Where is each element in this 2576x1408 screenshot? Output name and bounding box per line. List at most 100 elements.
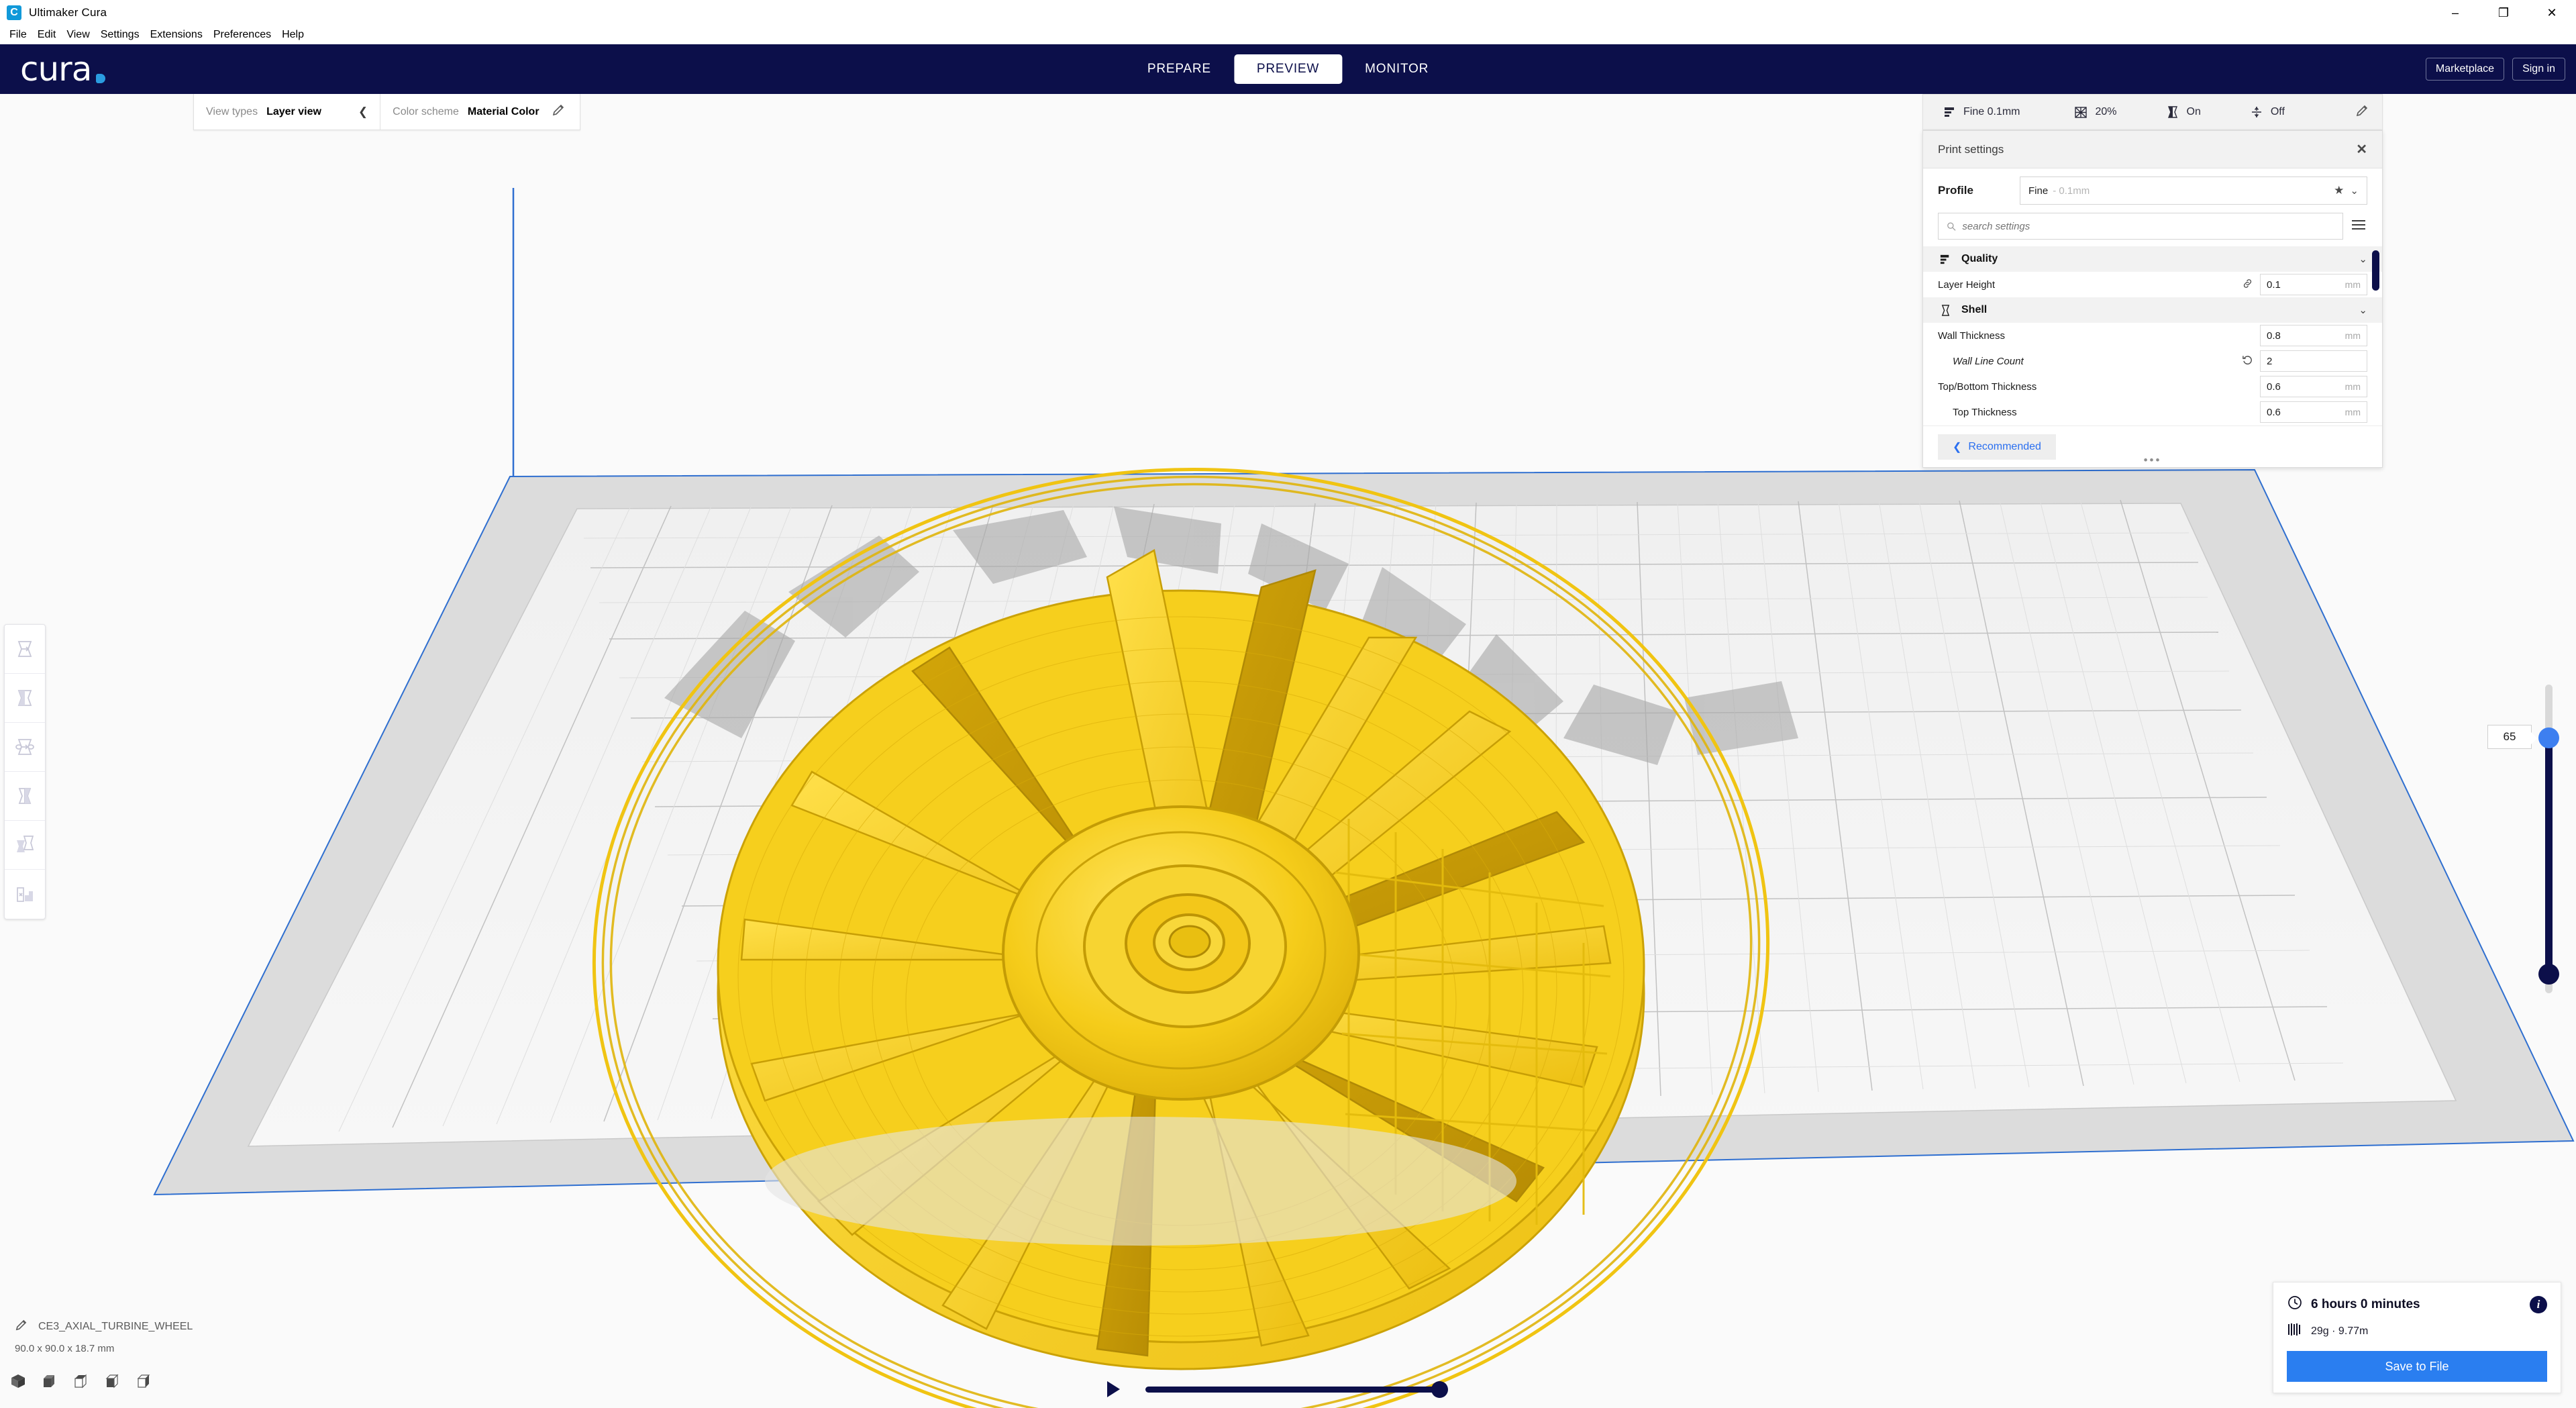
pencil-icon[interactable]: [2355, 104, 2369, 121]
tool-per-model-settings[interactable]: [5, 821, 45, 870]
profile-row: Profile Fine - 0.1mm ★ ⌄: [1923, 168, 2382, 213]
summary-quality[interactable]: Fine 0.1mm: [1942, 105, 2020, 119]
setting-label: Top/Bottom Thickness: [1938, 381, 2037, 393]
setting-value: 0.6: [2267, 381, 2281, 393]
left-toolbar: [4, 624, 46, 919]
view-left-icon[interactable]: [104, 1372, 121, 1393]
marketplace-button[interactable]: Marketplace: [2425, 58, 2505, 81]
setting-input[interactable]: 0.6 mm: [2260, 376, 2367, 397]
summary-infill-value: 20%: [2095, 106, 2117, 117]
tool-scale[interactable]: [5, 674, 45, 723]
chevron-down-icon[interactable]: ⌄: [2350, 185, 2359, 197]
close-icon[interactable]: ✕: [2528, 0, 2576, 26]
tool-rotate[interactable]: [5, 723, 45, 772]
pencil-icon[interactable]: [15, 1319, 28, 1335]
main-tabs: PREPARE PREVIEW MONITOR: [1125, 54, 1451, 84]
setting-label: Top Thickness: [1953, 406, 2017, 418]
maximize-icon[interactable]: ❐: [2479, 0, 2528, 26]
cura-logo-icon: C: [7, 5, 21, 20]
app-header: cura PREPARE PREVIEW MONITOR Marketplace…: [0, 44, 2576, 94]
chevron-left-icon: ❮: [1953, 441, 1962, 453]
panel-resize-grip[interactable]: •••: [2144, 454, 2162, 466]
window-title: Ultimaker Cura: [29, 6, 107, 19]
view-front-icon[interactable]: [41, 1372, 58, 1393]
playback-slider-track[interactable]: [1145, 1380, 1448, 1398]
setting-input[interactable]: 0.1 mm: [2260, 274, 2367, 295]
settings-list[interactable]: Quality ⌄ Layer Height 0.1 mm Shell ⌄ Wa…: [1923, 246, 2382, 425]
filament-icon: [2287, 1322, 2303, 1340]
layer-slider-upper-handle[interactable]: [2538, 727, 2559, 748]
header-actions: Marketplace Sign in: [2425, 58, 2565, 81]
color-scheme-segment[interactable]: Color scheme Material Color: [380, 94, 551, 130]
info-icon[interactable]: i: [2530, 1295, 2547, 1313]
adhesion-icon: [2251, 107, 2261, 117]
search-input[interactable]: [1962, 220, 2334, 232]
category-shell[interactable]: Shell ⌄: [1923, 297, 2382, 323]
settings-scrollbar[interactable]: [2372, 250, 2379, 291]
window-titlebar: C Ultimaker Cura – ❐ ✕: [0, 0, 2576, 26]
setting-input[interactable]: 0.6 mm: [2260, 401, 2367, 423]
tool-move[interactable]: [5, 625, 45, 674]
view-types-segment[interactable]: View types Layer view ❮: [194, 94, 380, 130]
playback-slider-handle[interactable]: [1431, 1380, 1448, 1398]
cura-dot-icon: [96, 74, 106, 83]
layer-slider-lower-handle[interactable]: [2538, 964, 2559, 985]
menu-help[interactable]: Help: [276, 26, 309, 44]
menu-settings[interactable]: Settings: [95, 26, 145, 44]
chevron-down-icon[interactable]: ⌄: [2359, 253, 2367, 265]
summary-infill[interactable]: 20%: [2073, 105, 2117, 119]
pencil-icon[interactable]: [552, 103, 580, 120]
save-to-file-button[interactable]: Save to File: [2287, 1351, 2547, 1382]
setting-wall-line-count[interactable]: Wall Line Count 2: [1923, 348, 2382, 374]
profile-name: Fine: [2028, 185, 2049, 197]
minimize-icon[interactable]: –: [2431, 0, 2479, 26]
close-icon[interactable]: ✕: [2356, 141, 2367, 158]
view-types-value: Layer view: [266, 105, 321, 117]
menu-file[interactable]: File: [4, 26, 32, 44]
sign-in-button[interactable]: Sign in: [2512, 58, 2565, 81]
summary-adhesion-value: Off: [2270, 106, 2285, 117]
chevron-down-icon[interactable]: ⌄: [2359, 304, 2367, 316]
profile-sub: - 0.1mm: [2053, 185, 2090, 197]
chevron-left-icon[interactable]: ❮: [358, 105, 368, 119]
tab-preview[interactable]: PREVIEW: [1233, 54, 1343, 84]
link-icon[interactable]: [2242, 279, 2253, 291]
category-quality-label: Quality: [1961, 253, 1998, 264]
settings-menu-icon[interactable]: [2351, 219, 2367, 234]
view-right-icon[interactable]: [136, 1372, 153, 1393]
play-icon[interactable]: [1107, 1381, 1120, 1397]
setting-wall-thickness[interactable]: Wall Thickness 0.8 mm: [1923, 323, 2382, 348]
menu-view[interactable]: View: [61, 26, 95, 44]
setting-input[interactable]: 2: [2260, 350, 2367, 372]
setting-value: 0.6: [2267, 406, 2281, 418]
camera-view-buttons: [9, 1372, 153, 1393]
print-settings-summary-bar[interactable]: Fine 0.1mm 20% On Off: [1922, 94, 2383, 130]
view-top-icon[interactable]: [72, 1372, 90, 1393]
model-info: CE3_AXIAL_TURBINE_WHEEL 90.0 x 90.0 x 18…: [15, 1319, 193, 1354]
tool-mirror[interactable]: [5, 772, 45, 821]
search-settings-box[interactable]: [1938, 213, 2343, 240]
menu-edit[interactable]: Edit: [32, 26, 62, 44]
tab-prepare[interactable]: PREPARE: [1125, 54, 1234, 84]
category-quality[interactable]: Quality ⌄: [1923, 246, 2382, 272]
layer-slider[interactable]: 65: [2487, 685, 2563, 993]
star-icon[interactable]: ★: [2334, 184, 2344, 197]
menu-preferences[interactable]: Preferences: [208, 26, 276, 44]
view-isometric-icon[interactable]: [9, 1372, 27, 1393]
summary-adhesion[interactable]: Off: [2249, 105, 2285, 119]
setting-top-bottom-thickness[interactable]: Top/Bottom Thickness 0.6 mm: [1923, 374, 2382, 399]
setting-top-thickness[interactable]: Top Thickness 0.6 mm: [1923, 399, 2382, 425]
summary-support[interactable]: On: [2165, 105, 2201, 119]
material-row: 29g · 9.77m: [2287, 1322, 2547, 1340]
material-value: 29g · 9.77m: [2311, 1325, 2369, 1337]
support-icon: [2167, 106, 2177, 118]
tool-support-blocker[interactable]: [5, 870, 45, 919]
setting-layer-height[interactable]: Layer Height 0.1 mm: [1923, 272, 2382, 297]
window-controls: – ❐ ✕: [2431, 0, 2576, 26]
profile-dropdown[interactable]: Fine - 0.1mm ★ ⌄: [2020, 177, 2367, 205]
revert-icon[interactable]: [2242, 354, 2253, 368]
tab-monitor[interactable]: MONITOR: [1342, 54, 1451, 84]
setting-input[interactable]: 0.8 mm: [2260, 325, 2367, 346]
recommended-button[interactable]: ❮ Recommended: [1938, 434, 2056, 460]
menu-extensions[interactable]: Extensions: [145, 26, 208, 44]
